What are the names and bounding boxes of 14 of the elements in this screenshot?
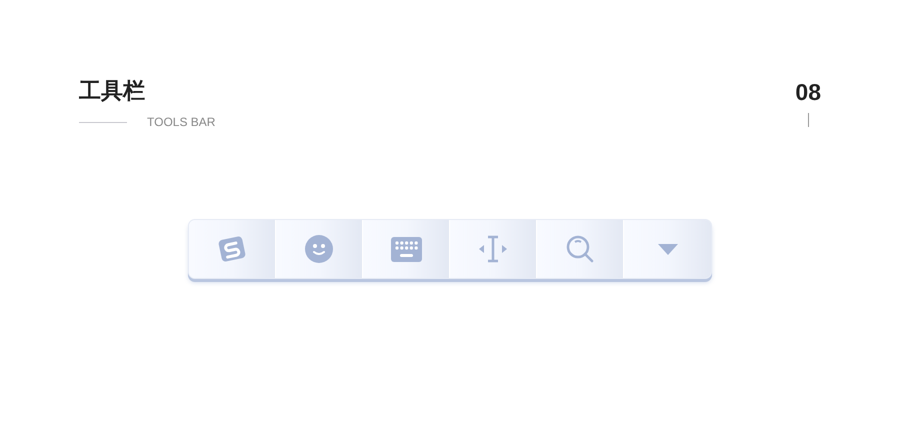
- dropdown-triangle-icon: [656, 242, 678, 256]
- text-cursor-icon: [478, 235, 508, 263]
- page-subtitle: TOOLS BAR: [147, 114, 216, 131]
- toolbar-button[interactable]: [537, 220, 624, 278]
- toolbar-button[interactable]: [363, 220, 450, 278]
- search-icon: [566, 235, 594, 263]
- keyboard-icon: [390, 236, 422, 262]
- page-number: 08: [795, 78, 821, 107]
- emoji-icon: [305, 235, 333, 263]
- toolbar-button[interactable]: [189, 220, 276, 278]
- toolbar-button[interactable]: [450, 220, 537, 278]
- toolbar-button[interactable]: [624, 220, 711, 278]
- toolbar-button[interactable]: [276, 220, 363, 278]
- page-title: 工具栏: [79, 78, 146, 106]
